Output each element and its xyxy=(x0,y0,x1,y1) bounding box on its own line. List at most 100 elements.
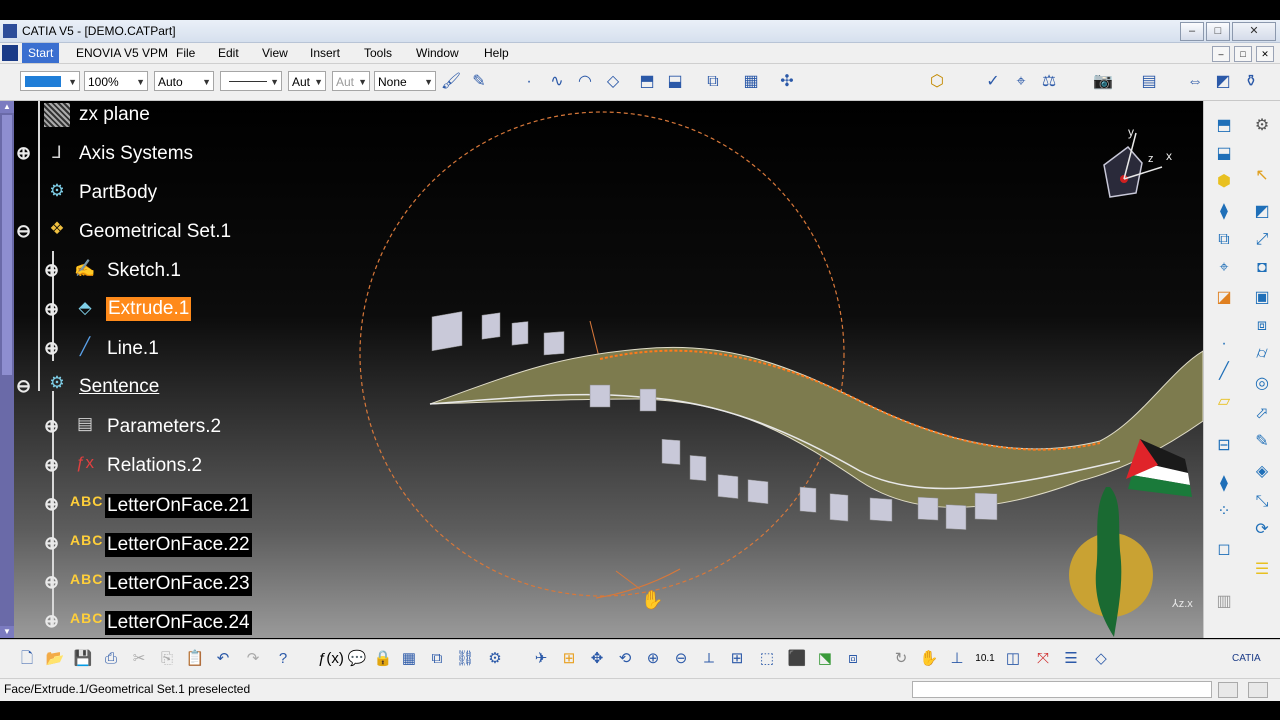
join-tool-icon[interactable]: ⧉ xyxy=(702,71,724,93)
revolve-tool-icon[interactable]: ⬓ xyxy=(664,71,686,93)
point-icon[interactable]: · xyxy=(518,71,540,93)
plane-tool-icon[interactable]: ◇ xyxy=(602,71,624,93)
status-button-2[interactable] xyxy=(1248,682,1268,698)
table-tool-icon[interactable]: ▥ xyxy=(1212,591,1236,613)
fill-tool-icon[interactable]: ◩ xyxy=(1250,201,1274,223)
sweep-tool-icon[interactable]: ⧫ xyxy=(1212,201,1236,223)
swap-space-icon[interactable]: ⧈ xyxy=(842,648,864,670)
macro-icon[interactable]: ◩ xyxy=(1212,71,1234,93)
format-painter-icon[interactable]: 🖌 xyxy=(440,71,462,93)
tree-item-geometrical-set[interactable]: Geometrical Set.1 xyxy=(79,221,231,243)
cut-icon[interactable]: ✂ xyxy=(128,648,150,670)
expand-icon[interactable]: ⊕ xyxy=(44,534,59,552)
menu-help[interactable]: Help xyxy=(484,46,509,60)
collapse-icon[interactable]: ⊖ xyxy=(16,222,31,240)
measure-icon[interactable]: ⚖ xyxy=(1038,71,1060,93)
tree-item-sketch[interactable]: Sketch.1 xyxy=(107,260,181,282)
menu-insert[interactable]: Insert xyxy=(310,46,340,60)
tree-item-line[interactable]: Line.1 xyxy=(107,338,159,360)
shading-icon[interactable]: ⬛ xyxy=(786,648,808,670)
maximize-button[interactable]: □ xyxy=(1206,22,1230,41)
camera-icon[interactable]: 📷 xyxy=(1092,71,1114,93)
zoom-fit-tool-icon[interactable]: ◻ xyxy=(1212,539,1236,561)
link-icon[interactable]: ⛓ xyxy=(454,648,476,670)
knowledge-icon[interactable]: ⬡ xyxy=(926,71,948,93)
undo-icon[interactable]: ↶ xyxy=(212,648,234,670)
print-icon[interactable]: ⎙ xyxy=(100,648,122,670)
lock-icon[interactable]: 🔒 xyxy=(372,648,394,670)
spline-icon[interactable]: ∿ xyxy=(546,71,568,93)
open-folder-icon[interactable]: 📂 xyxy=(44,648,66,670)
expand-icon[interactable]: ⊕ xyxy=(44,456,59,474)
menu-start[interactable]: Start xyxy=(22,43,60,63)
gear-icon[interactable]: ⚙ xyxy=(1250,115,1274,137)
update-icon[interactable]: ↻ xyxy=(890,648,912,670)
surface-tool-icon[interactable]: ◇ xyxy=(1090,648,1112,670)
tree-item-relations[interactable]: Relations.2 xyxy=(107,455,202,477)
expand-icon[interactable]: ⊕ xyxy=(44,300,59,318)
move-icon[interactable]: ⇔ xyxy=(1184,71,1206,93)
table-icon[interactable]: ▦ xyxy=(398,648,420,670)
tree-item-sentence[interactable]: Sentence xyxy=(79,376,159,398)
sketch-tool-icon[interactable]: ✎ xyxy=(1250,431,1274,453)
projection-tool-icon[interactable]: ⊟ xyxy=(1212,435,1236,457)
plane-tool-icon[interactable]: ▱ xyxy=(1212,391,1236,413)
offset-tool-icon[interactable]: ▣ xyxy=(1250,287,1274,309)
menu-edit[interactable]: Edit xyxy=(218,46,239,60)
extrude-tool-icon[interactable]: ⬒ xyxy=(636,71,658,93)
clash-icon[interactable]: ⤧ xyxy=(1032,648,1054,670)
expand-icon[interactable]: ⊕ xyxy=(44,495,59,513)
symmetry-tool-icon[interactable]: ⧈ xyxy=(1250,315,1274,337)
fly-mode-icon[interactable]: ✈ xyxy=(530,648,552,670)
blend-tool-icon[interactable]: ⧉ xyxy=(1212,229,1236,251)
redo-icon[interactable]: ↷ xyxy=(242,648,264,670)
hand-tool-icon[interactable]: ✋ xyxy=(918,648,940,670)
expand-icon[interactable]: ⊕ xyxy=(44,417,59,435)
pattern-tool-icon[interactable]: ⁘ xyxy=(1212,501,1236,523)
point-tool-icon[interactable]: · xyxy=(1212,333,1236,355)
color-combo[interactable]: ▼ xyxy=(20,71,80,91)
layer-combo[interactable]: None ▼ xyxy=(374,71,436,91)
tree-item-zx-plane[interactable]: zx plane xyxy=(79,104,150,126)
3d-viewport[interactable]: ▲ ▼ y z x ⅄z.x zx plane ⊕ ⅃ Axis Systems… xyxy=(0,101,1203,638)
menu-tools[interactable]: Tools xyxy=(364,46,392,60)
assemble-tool-icon[interactable]: ⧫ xyxy=(1212,473,1236,495)
line-thickness-combo[interactable]: Auto ▼ xyxy=(154,71,214,91)
revolve-tool-icon[interactable]: ⬓ xyxy=(1212,143,1236,165)
box-tool-icon[interactable]: ◈ xyxy=(1250,461,1274,483)
tree-item-letter-on-face-21[interactable]: LetterOnFace.21 xyxy=(105,494,252,518)
expand-icon[interactable]: ⊕ xyxy=(16,144,31,162)
status-button-1[interactable] xyxy=(1218,682,1238,698)
zoom-in-icon[interactable]: ⊕ xyxy=(642,648,664,670)
tree-item-extrude[interactable]: Extrude.1 xyxy=(106,297,192,321)
minimize-button[interactable]: – xyxy=(1180,22,1204,41)
scale-tool-icon[interactable]: ⤡ xyxy=(1250,491,1274,513)
doc-minimize-button[interactable]: – xyxy=(1212,46,1230,62)
formula-icon[interactable]: ƒ(x) xyxy=(318,648,344,670)
tree-item-partbody[interactable]: PartBody xyxy=(79,182,157,204)
tree-item-letter-on-face-24[interactable]: LetterOnFace.24 xyxy=(105,611,252,635)
pan-icon[interactable]: ✥ xyxy=(586,648,608,670)
normal-view-icon[interactable]: ⟂ xyxy=(698,648,720,670)
list-icon[interactable]: ☰ xyxy=(1060,648,1082,670)
annotation-icon[interactable]: ⌖ xyxy=(1010,71,1032,93)
catia-app-icon[interactable] xyxy=(3,24,17,38)
compass[interactable] xyxy=(1092,123,1182,213)
line-tool-icon[interactable]: ╱ xyxy=(1212,361,1236,383)
tree-item-parameters[interactable]: Parameters.2 xyxy=(107,416,221,438)
collapse-icon[interactable]: ⊖ xyxy=(16,377,31,395)
graphic-properties-icon[interactable]: ✎ xyxy=(468,71,490,93)
cylinder-tool-icon[interactable]: ⌭ xyxy=(1250,343,1274,365)
section-icon[interactable]: ◫ xyxy=(1002,648,1024,670)
rendering-style-combo[interactable]: Aut ▼ xyxy=(332,71,370,91)
bottle-icon[interactable]: ⚱ xyxy=(1240,71,1262,93)
snap-tool-icon[interactable]: ✣ xyxy=(776,71,798,93)
command-input[interactable] xyxy=(912,681,1212,698)
sphere-tool-icon[interactable]: ⬢ xyxy=(1212,171,1236,193)
paste-icon[interactable]: 📋 xyxy=(184,648,206,670)
menu-enovia[interactable]: ENOVIA V5 VPM xyxy=(76,46,168,60)
menu-file[interactable]: File xyxy=(176,46,195,60)
catalog-icon[interactable]: ▤ xyxy=(1138,71,1160,93)
grid-tool-icon[interactable]: ▦ xyxy=(740,71,762,93)
tree-item-axis-systems[interactable]: Axis Systems xyxy=(79,143,193,165)
